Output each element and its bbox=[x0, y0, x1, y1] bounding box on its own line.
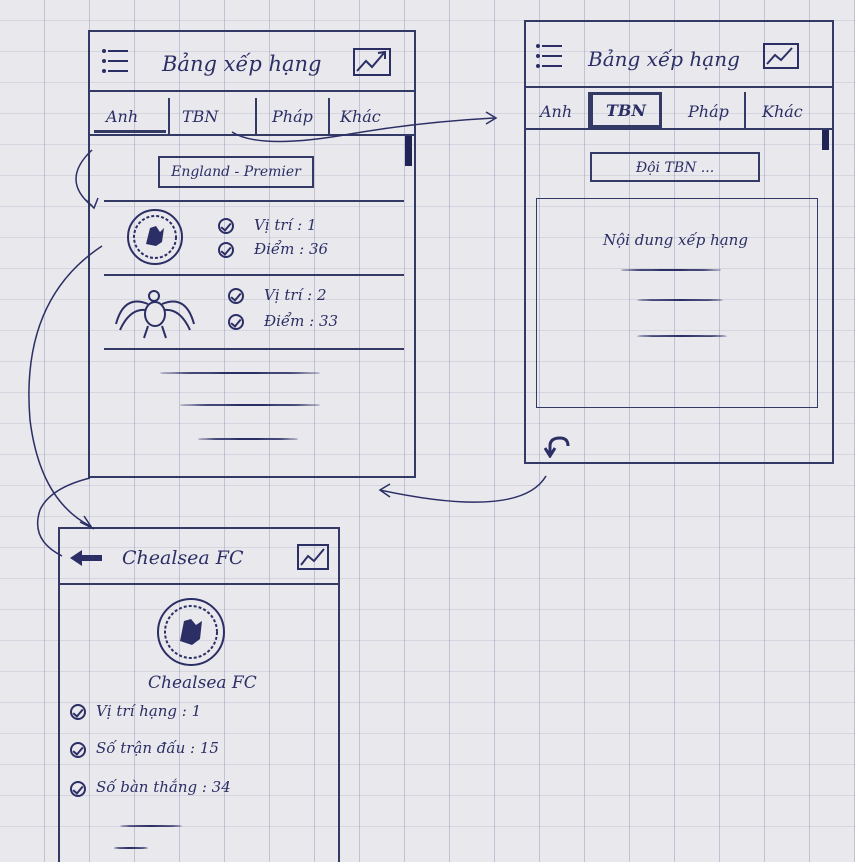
arrow-to-spain-tab bbox=[231, 117, 495, 143]
flow-arrows bbox=[28, 111, 547, 557]
arrow-back-to-ranking bbox=[379, 475, 547, 503]
arrow-club-back bbox=[36, 477, 91, 557]
arrow-league-loop bbox=[75, 149, 93, 207]
arrow-to-club-detail bbox=[28, 245, 103, 527]
